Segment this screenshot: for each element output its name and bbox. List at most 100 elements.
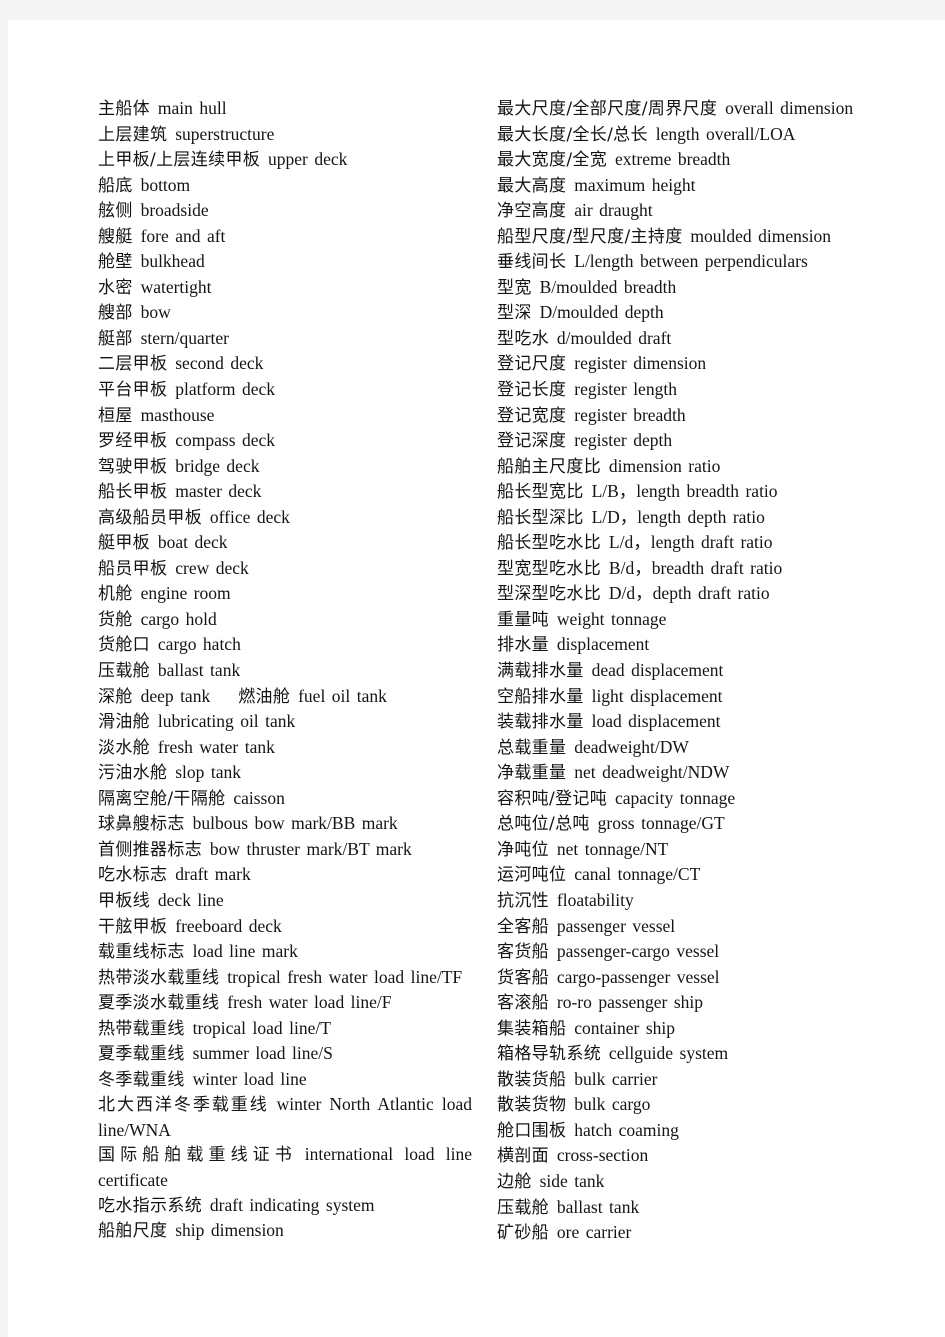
- entry-term-en: load line mark: [192, 941, 298, 962]
- entry-term-zh: 甲板线: [98, 890, 151, 911]
- entry-term-zh: 艘艇: [98, 226, 133, 247]
- entry-term-zh: 散装货物: [497, 1095, 567, 1116]
- glossary-entry: 总吨位/总吨 gross tonnage/GT: [497, 811, 870, 837]
- entry-term-en: bulk cargo: [574, 1094, 651, 1115]
- entry-separator: [549, 888, 557, 913]
- glossary-entry: 干舷甲板 freeboard deck: [98, 914, 472, 940]
- entry-separator: [549, 1143, 557, 1168]
- entry-term-zh: 总载重量: [497, 737, 567, 758]
- entry-term-en: slop tank: [175, 762, 242, 783]
- entry-separator: [185, 811, 193, 836]
- entry-term-zh: 驾驶甲板: [98, 456, 168, 477]
- entry-term-en: floatability: [556, 889, 634, 910]
- glossary-entry: 艘部 bow: [98, 300, 472, 326]
- entry-term-zh: 船底: [98, 175, 133, 196]
- entry-term-en: bow thruster mark/BT mark: [209, 838, 412, 859]
- entry-term-zh: 满载排水量: [497, 661, 584, 682]
- entry-separator: [584, 479, 592, 504]
- entry-separator: [133, 581, 141, 606]
- glossary-entry: 垂线间长 L/length between perpendiculars: [497, 249, 870, 275]
- entry-term-zh: 上甲板/上层连续甲板: [98, 150, 261, 171]
- entry-term-en: tropical load line/T: [192, 1017, 331, 1038]
- entry-term-en: draft mark: [175, 864, 251, 885]
- entry-separator: [133, 224, 141, 249]
- entry-separator: [601, 581, 609, 606]
- entry-term-en: broadside: [140, 200, 209, 221]
- entry-separator: [549, 1195, 557, 1220]
- glossary-entry: 船长型吃水比 L/d，length draft ratio: [497, 530, 870, 556]
- entry-term-en: weight tonnage: [556, 608, 667, 629]
- entry-term-zh: 装载排水量: [497, 712, 584, 733]
- glossary-entry: 排水量 displacement: [497, 632, 870, 658]
- entry-separator: [150, 888, 158, 913]
- entry-term-zh: 登记宽度: [497, 405, 567, 426]
- entry-term-en: d/moulded draft: [556, 327, 672, 348]
- glossary-entry: 热带载重线 tropical load line/T: [98, 1016, 472, 1042]
- entry-term-en: register dimension: [574, 353, 707, 374]
- document-page: 主船体 main hull 上层建筑 superstructure 上甲板/上层连续…: [8, 20, 945, 1337]
- entry-separator: [549, 837, 557, 862]
- entry-term-en: office deck: [209, 506, 290, 527]
- glossary-entry: 隔离空舱/干隔舱 caisson: [98, 786, 472, 812]
- glossary-entry: 国际船舶载重线证书 international load line certif…: [98, 1142, 472, 1192]
- entry-term-zh: 首侧推器标志: [98, 839, 203, 860]
- entry-separator: [150, 632, 158, 657]
- glossary-entry: 上甲板/上层连续甲板 upper deck: [98, 147, 472, 173]
- entry-term-zh: 垂线间长: [497, 252, 567, 273]
- entry-term-zh: 船舶主尺度比: [497, 456, 602, 477]
- glossary-entry: 净吨位 net tonnage/NT: [497, 837, 870, 863]
- glossary-entry: 船员甲板 crew deck: [98, 556, 472, 582]
- entry-term-en: canal tonnage/CT: [574, 864, 701, 885]
- entry-term-en: bulkhead: [140, 251, 205, 272]
- glossary-entry: 货舱 cargo hold: [98, 607, 472, 633]
- glossary-entry: 首侧推器标志 bow thruster mark/BT mark: [98, 837, 472, 863]
- entry-term-en: hatch coaming: [574, 1119, 679, 1140]
- entry-term-en: second deck: [175, 353, 264, 374]
- entry-term-en: B/d，breadth draft ratio: [608, 557, 783, 578]
- glossary-entry: 船舶尺度 ship dimension: [98, 1218, 472, 1244]
- entry-term-en: tropical fresh water load line/TF: [227, 966, 463, 987]
- entry-separator: [532, 300, 540, 325]
- entry-separator: [549, 1220, 557, 1245]
- glossary-entry: 水密 watertight: [98, 275, 472, 301]
- glossary-entry: 主船体 main hull: [98, 96, 472, 122]
- glossary-entry: 舱口围板 hatch coaming: [497, 1118, 870, 1144]
- entry-term-zh: 货客船: [497, 967, 550, 988]
- glossary-entry: 吃水标志 draft mark: [98, 862, 472, 888]
- glossary-entry: 载重线标志 load line mark: [98, 939, 472, 965]
- glossary-entry: 甲板线 deck line: [98, 888, 472, 914]
- entry-term-en: deep tank: [140, 685, 211, 706]
- entry-term-zh-secondary: 燃油舱: [238, 686, 291, 707]
- entry-term-en: ship dimension: [175, 1220, 284, 1241]
- entry-term-en: B/moulded breadth: [539, 276, 677, 297]
- entry-term-zh: 船长型吃水比: [497, 533, 602, 554]
- glossary-entry: 热带淡水载重线 tropical fresh water load line/T…: [98, 965, 472, 991]
- entry-term-zh: 总吨位/总吨: [497, 814, 590, 835]
- entry-term-en: superstructure: [175, 123, 275, 144]
- glossary-entry: 北大西洋冬季载重线 winter North Atlantic load lin…: [98, 1092, 472, 1142]
- entry-term-en: bridge deck: [175, 455, 260, 476]
- entry-term-en: D/moulded depth: [539, 302, 664, 323]
- glossary-entry: 登记长度 register length: [497, 377, 870, 403]
- glossary-entry: 舱壁 bulkhead: [98, 249, 472, 275]
- entry-term-zh: 二层甲板: [98, 354, 168, 375]
- entry-separator: [133, 326, 141, 351]
- entry-term-en: bottom: [140, 174, 191, 195]
- entry-separator: [590, 811, 598, 836]
- glossary-entry: 罗经甲板 compass deck: [98, 428, 472, 454]
- glossary-entry: 净空高度 air draught: [497, 198, 870, 224]
- entry-separator: [549, 965, 557, 990]
- entry-term-en: length overall/LOA: [655, 123, 796, 144]
- entry-term-zh: 船长甲板: [98, 482, 168, 503]
- entry-separator: [150, 735, 158, 760]
- entry-term-zh: 球鼻艘标志: [98, 814, 185, 835]
- entry-term-en: dead displacement: [591, 660, 724, 681]
- entry-term-zh: 深舱: [98, 686, 133, 707]
- entry-separator: [717, 96, 725, 121]
- glossary-entry: 散装货船 bulk carrier: [497, 1067, 870, 1093]
- glossary-entry: 货舱口 cargo hatch: [98, 632, 472, 658]
- glossary-entry: 二层甲板 second deck: [98, 351, 472, 377]
- glossary-entry: 最大长度/全长/总长 length overall/LOA: [497, 122, 870, 148]
- glossary-entry: 重量吨 weight tonnage: [497, 607, 870, 633]
- entry-separator: [133, 684, 141, 709]
